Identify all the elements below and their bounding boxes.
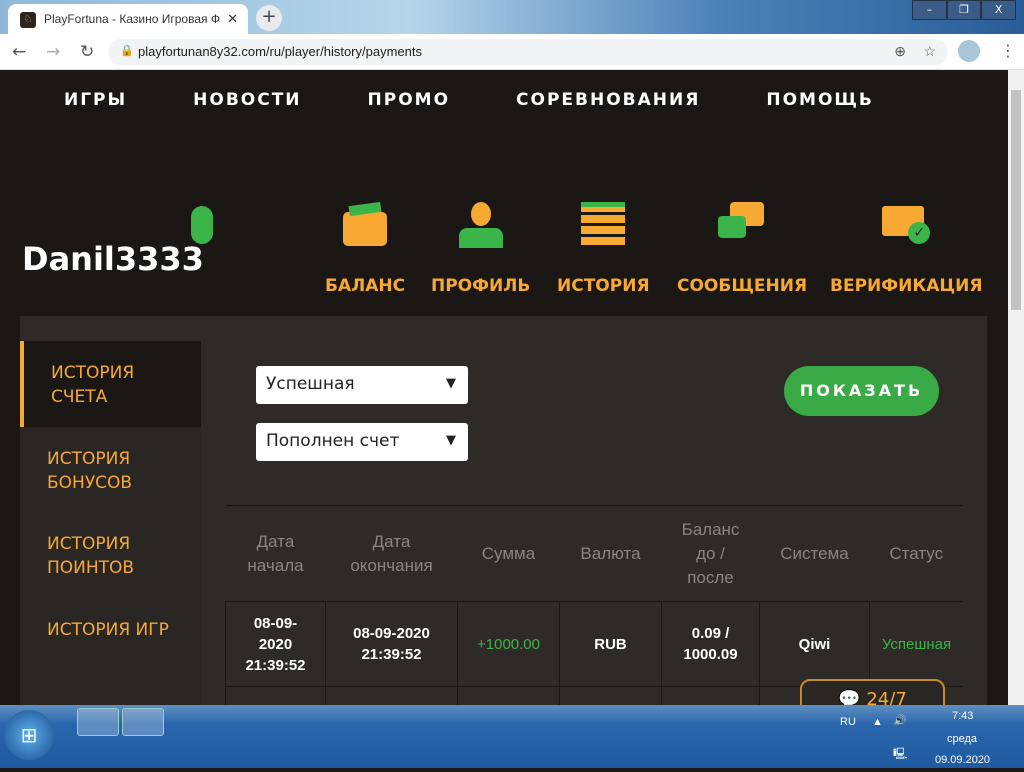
select-value: Пополнен счет	[266, 431, 400, 451]
site-favicon-icon: ♘	[20, 12, 36, 28]
star-icon[interactable]: ☆	[923, 43, 936, 60]
sidebar-item-account-history[interactable]: ИСТОРИЯ СЧЕТА	[20, 341, 201, 427]
history-sidebar: ИСТОРИЯ СЧЕТА ИСТОРИЯ БОНУСОВ ИСТОРИЯ ПОИНТ…	[20, 341, 201, 721]
col-status: Статус	[869, 505, 963, 602]
nav-games[interactable]: ИГРЫ	[64, 90, 127, 110]
username: Danil3333	[22, 240, 204, 278]
col-balance: Баланс до / после	[661, 505, 760, 602]
col-system: Система	[759, 505, 870, 602]
type-select[interactable]: Пополнен счет ▼	[256, 423, 468, 461]
online-indicator	[191, 206, 213, 244]
nav-help[interactable]: ПОМОЩЬ	[766, 90, 874, 110]
cell-status: Успешная	[869, 601, 963, 687]
tab-label: ИСТОРИЯ	[557, 276, 650, 296]
sidebar-item-games-history[interactable]: ИСТОРИЯ ИГР	[20, 618, 201, 642]
cell-end: 08-09-2020 21:39:52	[325, 601, 458, 687]
tray-arrow-icon[interactable]: ▲	[872, 716, 883, 728]
user-icon	[457, 200, 505, 248]
reload-icon[interactable]: ↻	[80, 42, 94, 62]
label: ИСТОРИЯ	[47, 449, 131, 469]
network-icon[interactable]: 🖳	[893, 745, 908, 764]
tab-history[interactable]: ИСТОРИЯ	[557, 200, 650, 319]
new-tab-button[interactable]: +	[256, 5, 282, 31]
clock-date: 09.09.2020	[935, 754, 991, 766]
col-end-date: Дата окончания	[325, 505, 458, 602]
label: ПОИНТОВ	[47, 558, 135, 578]
restore-button[interactable]: ❐	[946, 0, 982, 20]
tab-verification[interactable]: ✓ ВЕРИФИКАЦИЯ	[830, 200, 983, 296]
zoom-icon[interactable]: ⊕	[894, 43, 906, 60]
tab-title: PlayFortuna - Казино Игровая Ф	[44, 12, 220, 26]
dropdown-arrow-icon: ▼	[446, 376, 456, 391]
scrollbar[interactable]	[1008, 70, 1024, 705]
back-icon[interactable]: ←	[12, 42, 26, 62]
dropdown-arrow-icon: ▼	[446, 433, 456, 448]
url-input[interactable]: 🔒 playfortunan8y32.com/ru/player/history/…	[108, 39, 948, 65]
clock-day: среда	[947, 733, 978, 745]
url-text: playfortunan8y32.com/ru/player/history/p…	[138, 44, 422, 59]
nav-news[interactable]: НОВОСТИ	[193, 90, 301, 110]
minimize-button[interactable]: –	[912, 0, 947, 20]
wallet-icon	[341, 200, 389, 248]
volume-icon[interactable]: 🔊	[893, 714, 907, 727]
clock-time[interactable]: 7:43	[952, 710, 973, 722]
cell-amount: +1000.00	[457, 601, 560, 687]
nav-tournaments[interactable]: СОРЕВНОВАНИЯ	[516, 90, 700, 110]
close-tab-icon[interactable]: ✕	[227, 11, 238, 27]
col-start-date: Дата начала	[225, 505, 326, 602]
chat-icon	[718, 200, 766, 248]
label: СЧЕТА	[51, 387, 108, 407]
browser-tab[interactable]: ♘ PlayFortuna - Казино Игровая Ф ✕	[8, 4, 248, 34]
sidebar-item-bonus-history[interactable]: ИСТОРИЯ БОНУСОВ	[20, 447, 201, 495]
lock-icon: 🔒	[120, 45, 134, 57]
cell-system: Qiwi	[759, 601, 870, 687]
window-controls: – ❐ X	[912, 0, 1017, 20]
col-amount: Сумма	[457, 505, 560, 602]
taskbar-chrome-icon[interactable]	[122, 708, 164, 736]
tab-label: ВЕРИФИКАЦИЯ	[830, 276, 983, 296]
tab-profile[interactable]: ПРОФИЛЬ	[431, 200, 530, 296]
notepad-icon	[579, 200, 627, 248]
start-button[interactable]: ⊞	[4, 710, 54, 760]
sidebar-item-points-history[interactable]: ИСТОРИЯ ПОИНТОВ	[20, 532, 201, 580]
show-button[interactable]: ПОКАЗАТЬ	[784, 366, 939, 416]
label: ИСТОРИЯ	[47, 534, 131, 554]
cell-balance: 0.09 /1000.09	[661, 601, 760, 687]
table-header-row: Дата начала Дата окончания Сумма Валюта Ба…	[225, 505, 963, 602]
status-select[interactable]: Успешная ▼	[256, 366, 468, 404]
scrollbar-thumb[interactable]	[1011, 90, 1021, 310]
menu-icon[interactable]: ⋮	[1000, 41, 1016, 60]
nav-promo[interactable]: ПРОМО	[368, 90, 451, 110]
language-indicator[interactable]: RU	[840, 716, 856, 728]
forward-icon[interactable]: →	[46, 42, 60, 62]
tab-balance[interactable]: БАЛАНС	[325, 200, 405, 296]
id-card-icon: ✓	[882, 200, 931, 248]
profile-avatar[interactable]	[958, 40, 980, 62]
close-window-button[interactable]: X	[981, 0, 1017, 20]
top-nav: ИГРЫ НОВОСТИ ПРОМО СОРЕВНОВАНИЯ ПОМОЩЬ	[64, 90, 940, 110]
label: ИСТОРИЯ	[51, 363, 135, 383]
label: ИСТОРИЯ ИГР	[47, 620, 169, 640]
tab-messages[interactable]: СООБЩЕНИЯ	[677, 200, 807, 296]
table-row: 08-09- 2020 21:39:52 08-09-2020 21:39:52 +1…	[225, 601, 963, 687]
label: БОНУСОВ	[47, 473, 133, 493]
address-bar-row: ← → ↻ 🔒 playfortunan8y32.com/ru/player/hi…	[0, 34, 1024, 70]
tab-label: БАЛАНС	[325, 276, 406, 296]
taskbar-chrome-icon[interactable]	[77, 708, 119, 736]
cell-currency: RUB	[559, 601, 662, 687]
select-value: Успешная	[266, 374, 355, 394]
tab-label: СООБЩЕНИЯ	[677, 276, 808, 296]
cell-start: 08-09- 2020 21:39:52	[225, 601, 326, 687]
col-currency: Валюта	[559, 505, 662, 602]
tab-label: ПРОФИЛЬ	[431, 276, 531, 296]
